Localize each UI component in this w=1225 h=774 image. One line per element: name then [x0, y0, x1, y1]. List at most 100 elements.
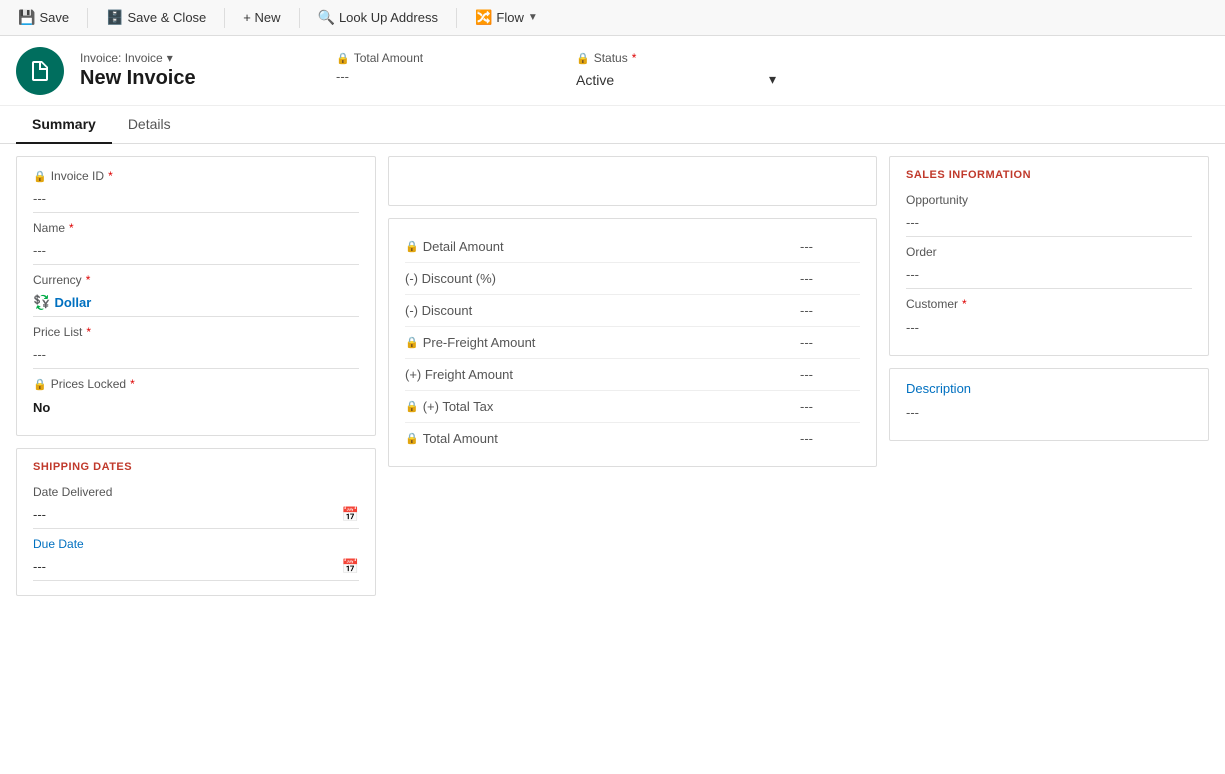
- description-field: Description ---: [906, 381, 1192, 426]
- description-card: Description ---: [889, 368, 1209, 441]
- header-fields: 🔒 Total Amount --- 🔒 Status * Active ▾: [336, 51, 776, 90]
- divider-4: [456, 8, 457, 28]
- header-total-amount-label: 🔒 Total Amount: [336, 51, 496, 65]
- amounts-total-lock-icon: 🔒: [405, 432, 419, 445]
- price-list-required: *: [86, 325, 91, 339]
- header-status-label: 🔒 Status *: [576, 51, 776, 65]
- customer-required: *: [962, 297, 967, 311]
- due-date-calendar-icon[interactable]: 📅: [342, 558, 359, 575]
- flow-icon: 🔀: [475, 9, 492, 26]
- prices-locked-label: 🔒 Prices Locked *: [33, 377, 359, 391]
- total-tax-lock-icon: 🔒: [405, 400, 419, 413]
- status-required-star: *: [632, 51, 637, 65]
- invoice-id-value[interactable]: ---: [33, 185, 359, 213]
- entity-chevron-icon: ▾: [167, 51, 173, 65]
- amounts-total-value: ---: [800, 431, 860, 446]
- status-lock-icon: 🔒: [576, 52, 590, 65]
- date-delivered-input[interactable]: --- 📅: [33, 501, 359, 529]
- customer-value[interactable]: ---: [906, 313, 1192, 341]
- currency-required: *: [86, 273, 91, 287]
- prices-locked-field: 🔒 Prices Locked * No: [33, 377, 359, 421]
- record-header: Invoice: Invoice ▾ New Invoice 🔒 Total A…: [0, 36, 1225, 106]
- invoice-id-lock-icon: 🔒: [33, 170, 47, 183]
- total-tax-row: 🔒 (+) Total Tax ---: [405, 391, 860, 423]
- tabs: Summary Details: [0, 106, 1225, 144]
- avatar: [16, 47, 64, 95]
- discount-pct-row: (-) Discount (%) ---: [405, 263, 860, 295]
- divider-2: [224, 8, 225, 28]
- date-delivered-calendar-icon[interactable]: 📅: [342, 506, 359, 523]
- total-tax-value: ---: [800, 399, 860, 414]
- record-entity: Invoice: Invoice ▾: [80, 51, 280, 65]
- sales-info-card: SALES INFORMATION Opportunity --- Order …: [889, 156, 1209, 356]
- invoice-id-field: 🔒 Invoice ID * ---: [33, 169, 359, 213]
- currency-label: Currency *: [33, 273, 359, 287]
- status-select[interactable]: Active ▾: [576, 69, 776, 90]
- date-delivered-field: Date Delivered --- 📅: [33, 485, 359, 529]
- price-list-value[interactable]: ---: [33, 341, 359, 369]
- save-close-icon: 🗄️: [106, 9, 123, 26]
- detail-amount-lock-icon: 🔒: [405, 240, 419, 253]
- discount-pct-value: ---: [800, 271, 860, 286]
- invoice-id-label: 🔒 Invoice ID *: [33, 169, 359, 183]
- freight-value: ---: [800, 367, 860, 382]
- shipping-dates-title: SHIPPING DATES: [33, 461, 359, 473]
- right-column: SALES INFORMATION Opportunity --- Order …: [889, 156, 1209, 596]
- center-column: 🔒 Detail Amount --- (-) Discount (%) ---…: [388, 156, 877, 596]
- description-value[interactable]: ---: [906, 398, 1192, 426]
- invoice-lines-card: [388, 156, 877, 206]
- record-title-area: Invoice: Invoice ▾ New Invoice: [80, 51, 280, 90]
- name-label: Name *: [33, 221, 359, 235]
- tab-summary[interactable]: Summary: [16, 106, 112, 144]
- price-list-field: Price List * ---: [33, 325, 359, 369]
- prices-locked-required: *: [130, 377, 135, 391]
- flow-button[interactable]: 🔀 Flow ▼: [465, 5, 548, 30]
- due-date-input[interactable]: --- 📅: [33, 553, 359, 581]
- order-label: Order: [906, 245, 1192, 259]
- order-field: Order ---: [906, 245, 1192, 289]
- detail-amount-value: ---: [800, 239, 860, 254]
- save-close-button[interactable]: 🗄️ Save & Close: [96, 5, 216, 30]
- toolbar: 💾 Save 🗄️ Save & Close + New 🔍 Look Up A…: [0, 0, 1225, 36]
- lookup-icon: 🔍: [318, 9, 335, 26]
- tab-details[interactable]: Details: [112, 106, 187, 144]
- prices-locked-value[interactable]: No: [33, 393, 359, 421]
- save-icon: 💾: [18, 9, 35, 26]
- sales-info-title: SALES INFORMATION: [906, 169, 1192, 181]
- total-amount-row: 🔒 Total Amount ---: [405, 423, 860, 454]
- divider-1: [87, 8, 88, 28]
- description-link[interactable]: Description: [906, 381, 971, 396]
- pre-freight-value: ---: [800, 335, 860, 350]
- invoice-id-required: *: [108, 169, 113, 183]
- description-label: Description: [906, 381, 1192, 396]
- pre-freight-row: 🔒 Pre-Freight Amount ---: [405, 327, 860, 359]
- customer-field: Customer * ---: [906, 297, 1192, 341]
- opportunity-label: Opportunity: [906, 193, 1192, 207]
- discount-value: ---: [800, 303, 860, 318]
- name-required: *: [69, 221, 74, 235]
- shipping-dates-card: SHIPPING DATES Date Delivered --- 📅 Due …: [16, 448, 376, 596]
- opportunity-value[interactable]: ---: [906, 209, 1192, 237]
- lookup-address-button[interactable]: 🔍 Look Up Address: [308, 5, 448, 30]
- name-field: Name * ---: [33, 221, 359, 265]
- pre-freight-lock-icon: 🔒: [405, 336, 419, 349]
- freight-row: (+) Freight Amount ---: [405, 359, 860, 391]
- due-date-field: Due Date --- 📅: [33, 537, 359, 581]
- header-total-amount-value: ---: [336, 69, 496, 84]
- customer-label: Customer *: [906, 297, 1192, 311]
- flow-chevron-icon: ▼: [528, 12, 538, 23]
- status-chevron-icon: ▾: [769, 71, 776, 88]
- name-value[interactable]: ---: [33, 237, 359, 265]
- opportunity-field: Opportunity ---: [906, 193, 1192, 237]
- save-button[interactable]: 💾 Save: [8, 5, 79, 30]
- order-value[interactable]: ---: [906, 261, 1192, 289]
- new-button[interactable]: + New: [233, 6, 290, 29]
- record-name: New Invoice: [80, 67, 280, 90]
- header-total-amount-field: 🔒 Total Amount ---: [336, 51, 496, 90]
- left-column: 🔒 Invoice ID * --- Name * --- Currency *: [16, 156, 376, 596]
- currency-field: Currency * 💱 Dollar: [33, 273, 359, 317]
- main-content: 🔒 Invoice ID * --- Name * --- Currency *: [0, 144, 1225, 608]
- due-date-label: Due Date: [33, 537, 359, 551]
- currency-value[interactable]: 💱 Dollar: [33, 289, 359, 317]
- discount-row: (-) Discount ---: [405, 295, 860, 327]
